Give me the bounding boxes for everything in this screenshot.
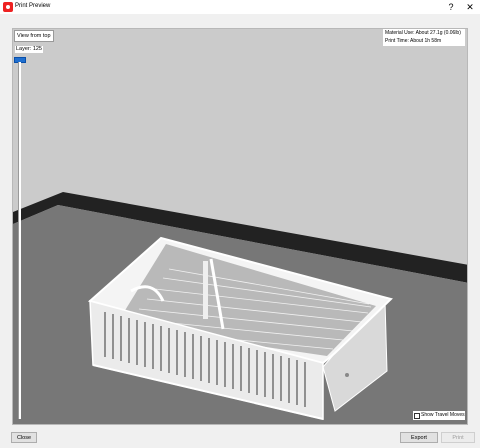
layer-label: Layer: 125 bbox=[15, 46, 43, 53]
app-icon bbox=[3, 2, 13, 12]
show-travel-moves-option[interactable]: Show Travel Moves bbox=[413, 411, 465, 420]
layer-slider-track[interactable] bbox=[18, 62, 21, 419]
title-bar: Print Preview ? ✕ bbox=[0, 0, 480, 14]
preview-viewport[interactable] bbox=[12, 28, 468, 425]
print-button[interactable]: Print bbox=[441, 432, 475, 443]
print-info-panel: Material Use: About 27.1g (0.06lb) Print… bbox=[383, 29, 465, 46]
export-button[interactable]: Export bbox=[400, 432, 438, 443]
close-window-button[interactable]: ✕ bbox=[462, 1, 478, 13]
show-travel-moves-label: Show Travel Moves bbox=[421, 412, 465, 418]
window-title: Print Preview bbox=[15, 3, 51, 9]
help-button[interactable]: ? bbox=[443, 1, 459, 13]
view-from-top-button[interactable]: View from top bbox=[14, 30, 54, 42]
material-use-text: Material Use: About 27.1g (0.06lb) bbox=[385, 30, 461, 36]
close-button[interactable]: Close bbox=[11, 432, 37, 443]
print-preview-3d bbox=[13, 192, 467, 424]
show-travel-moves-checkbox[interactable] bbox=[414, 413, 420, 419]
print-time-text: Print Time: About 1h 58m bbox=[385, 38, 442, 44]
